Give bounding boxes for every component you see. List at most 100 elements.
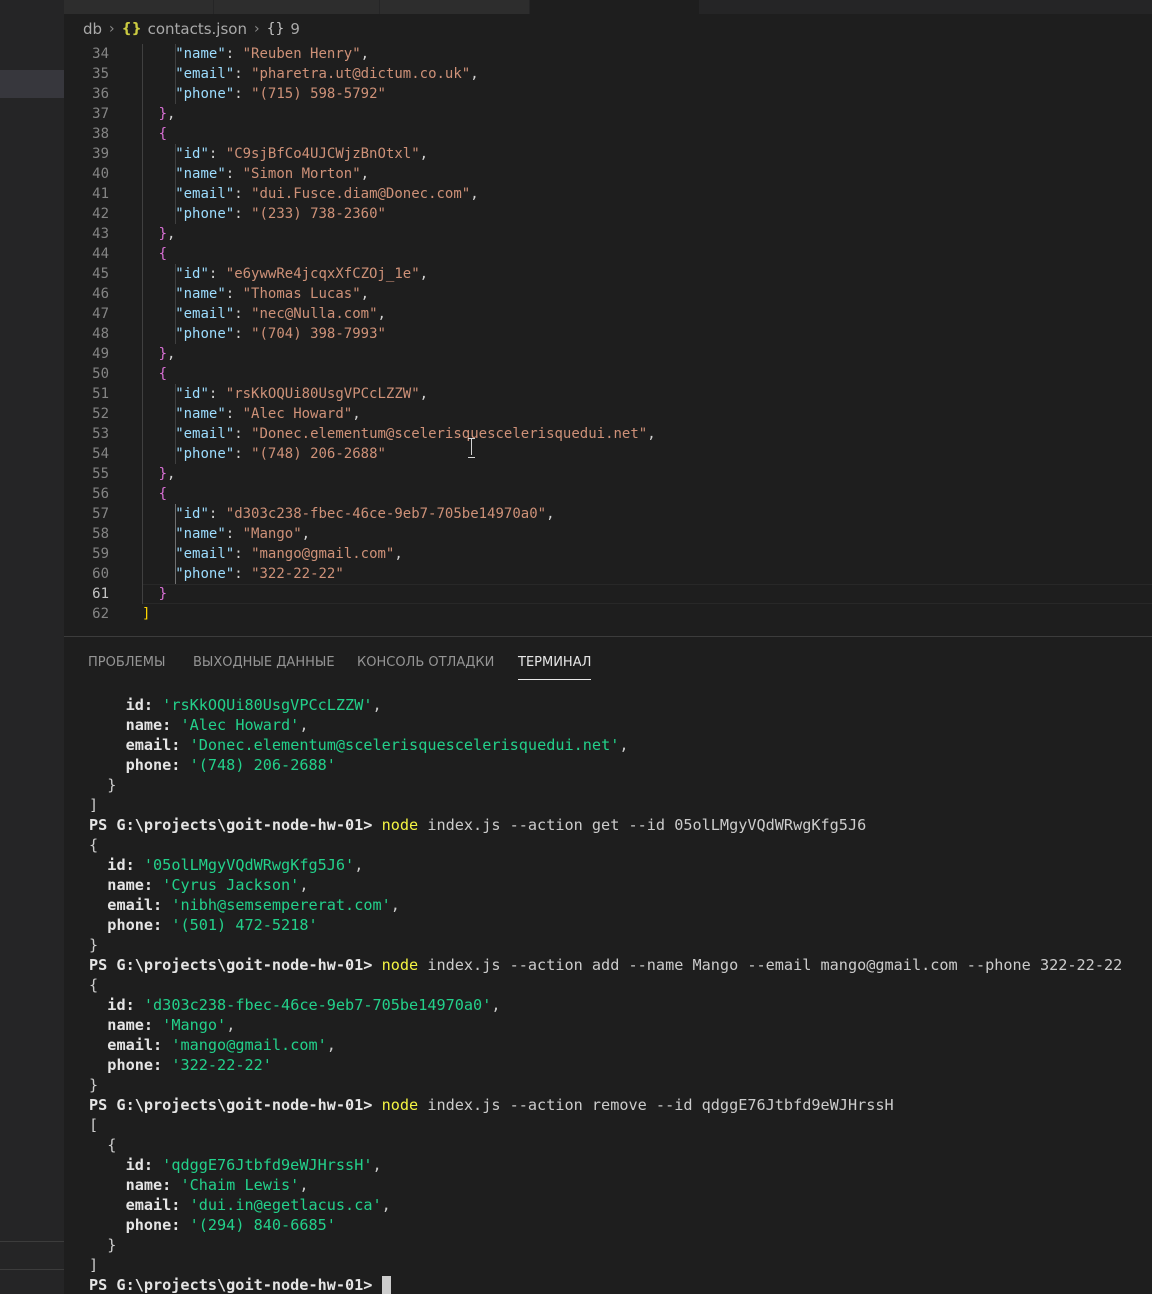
code-line[interactable]: 59 "email": "mango@gmail.com",	[64, 544, 1152, 564]
code-token: ,	[360, 166, 370, 182]
editor-tab[interactable]	[214, 0, 380, 14]
line-number: 41	[92, 186, 109, 202]
code-line[interactable]: 47 "email": "nec@Nulla.com",	[64, 304, 1152, 324]
line-number: 53	[92, 426, 109, 442]
terminal-line: [	[89, 1115, 1149, 1135]
terminal-token: node	[381, 816, 419, 834]
code-line[interactable]: 55},	[64, 464, 1152, 484]
chevron-right-icon: ›	[253, 21, 260, 37]
editor-tab[interactable]	[380, 0, 530, 14]
code-token: ,	[647, 426, 656, 442]
terminal-token: ,	[299, 1176, 309, 1194]
tab-terminal[interactable]: ТЕРМИНАЛ	[518, 655, 592, 680]
code-line[interactable]: 40 "name": "Simon Morton",	[64, 164, 1152, 184]
code-text: },	[159, 224, 176, 244]
tab-debug-console[interactable]: КОНСОЛЬ ОТЛАДКИ	[357, 655, 494, 675]
terminal[interactable]: id: 'rsKkOQUi80UsgVPCcLZZW', name: 'Alec…	[89, 695, 1149, 1294]
terminal-line: PS G:\projects\goit-node-hw-01> node ind…	[89, 815, 1149, 835]
line-number: 43	[92, 226, 109, 242]
terminal-prompt: PS G:\projects\goit-node-hw-01>	[89, 956, 373, 974]
line-number: 44	[92, 246, 109, 262]
code-token: :	[234, 206, 252, 222]
tab-problems[interactable]: ПРОБЛЕМЫ	[88, 655, 165, 675]
terminal-token: name:	[125, 1176, 172, 1194]
code-text: }	[159, 584, 167, 604]
code-line[interactable]: 57 "id": "d303c238-fbec-46ce-9eb7-705be14…	[64, 504, 1152, 524]
tab-output[interactable]: ВЫХОДНЫЕ ДАННЫЕ	[193, 655, 335, 675]
code-token: ,	[167, 226, 176, 242]
code-line[interactable]: 51 "id": "rsKkOQUi80UsgVPCcLZZW",	[64, 384, 1152, 404]
line-number: 56	[92, 486, 109, 502]
code-token: "phone"	[175, 326, 235, 342]
terminal-line: PS G:\projects\goit-node-hw-01>	[89, 1275, 1149, 1294]
code-line[interactable]: 43},	[64, 224, 1152, 244]
code-text: },	[159, 104, 176, 124]
code-line[interactable]: 56 {	[64, 484, 1152, 504]
code-line[interactable]: 38 {	[64, 124, 1152, 144]
code-token: ]	[142, 606, 151, 622]
code-token: "Reuben Henry"	[242, 46, 361, 62]
code-token: ,	[352, 406, 361, 422]
code-line[interactable]: 60 "phone": "322-22-22"	[64, 564, 1152, 584]
code-line[interactable]: 45 "id": "e6ywwRe4jcqxXfCZOj_1e",	[64, 264, 1152, 284]
code-line[interactable]: 53 "email": "Donec.elementum@scelerisques…	[64, 424, 1152, 444]
code-line[interactable]: 48 "phone": "(704) 398-7993"	[64, 324, 1152, 344]
code-token: ,	[419, 146, 429, 162]
code-line[interactable]: 54 "phone": "(748) 206-2688"	[64, 444, 1152, 464]
code-text: "email": "mango@gmail.com",	[175, 544, 403, 564]
code-line[interactable]: 61}	[64, 584, 1152, 604]
breadcrumb-folder[interactable]: db	[83, 20, 102, 38]
terminal-line: phone: '(294) 840-6685'	[89, 1215, 1149, 1235]
line-number: 36	[92, 86, 109, 102]
code-token: "name"	[175, 526, 226, 542]
code-text: ]	[142, 604, 150, 624]
terminal-line: id: '05olLMgyVQdWRwgKfg5J6',	[89, 855, 1149, 875]
code-line[interactable]: 44 {	[64, 244, 1152, 264]
code-line[interactable]: 39 "id": "C9sjBfCo4UJCWjzBnOtxl",	[64, 144, 1152, 164]
editor-tab-active[interactable]	[530, 0, 700, 14]
code-line[interactable]: 52 "name": "Alec Howard",	[64, 404, 1152, 424]
code-token: "id"	[175, 146, 209, 162]
code-token: "pharetra.ut@dictum.co.uk"	[251, 66, 471, 82]
terminal-line: email: 'mango@gmail.com',	[89, 1035, 1149, 1055]
code-editor[interactable]: 34 "name": "Reuben Henry", 35 "email": "pha…	[64, 44, 1152, 636]
code-line[interactable]: 58 "name": "Mango",	[64, 524, 1152, 544]
code-line[interactable]: 37},	[64, 104, 1152, 124]
code-token: "phone"	[175, 206, 235, 222]
code-token: "322-22-22"	[251, 566, 344, 582]
terminal-token: 'nibh@semsempererat.com'	[171, 896, 391, 914]
json-file-icon: {}	[121, 21, 142, 37]
terminal-token: index.js --action get --id 05olLMgyVQdWR…	[418, 816, 867, 834]
code-line[interactable]: 42 "phone": "(233) 738-2360"	[64, 204, 1152, 224]
code-line[interactable]: 49},	[64, 344, 1152, 364]
code-text: {	[159, 124, 167, 144]
terminal-token: ,	[372, 1156, 382, 1174]
code-line[interactable]: 35 "email": "pharetra.ut@dictum.co.uk",	[64, 64, 1152, 84]
breadcrumb-node[interactable]: 9	[290, 20, 300, 38]
code-token: "e6ywwRe4jcqxXfCZOj_1e"	[225, 266, 420, 282]
code-text: {	[159, 364, 167, 384]
terminal-token: phone:	[125, 756, 181, 774]
code-line[interactable]: 41 "email": "dui.Fusce.diam@Donec.com",	[64, 184, 1152, 204]
sidebar-selected-item[interactable]	[0, 70, 64, 98]
code-line[interactable]: 34 "name": "Reuben Henry",	[64, 44, 1152, 64]
code-line[interactable]: 46 "name": "Thomas Lucas",	[64, 284, 1152, 304]
code-line[interactable]: 50 {	[64, 364, 1152, 384]
code-line[interactable]: 36 "phone": "(715) 598-5792"	[64, 84, 1152, 104]
editor-tab[interactable]	[64, 0, 214, 14]
terminal-token: 'mango@gmail.com'	[171, 1036, 327, 1054]
code-line[interactable]: 62]	[64, 604, 1152, 624]
code-text: "id": "e6ywwRe4jcqxXfCZOj_1e",	[175, 264, 428, 284]
line-number: 39	[92, 146, 109, 162]
terminal-token: email:	[125, 736, 181, 754]
terminal-token: 'Cyrus Jackson'	[162, 876, 300, 894]
terminal-line: }	[89, 775, 1149, 795]
breadcrumb-file[interactable]: contacts.json	[148, 20, 247, 38]
